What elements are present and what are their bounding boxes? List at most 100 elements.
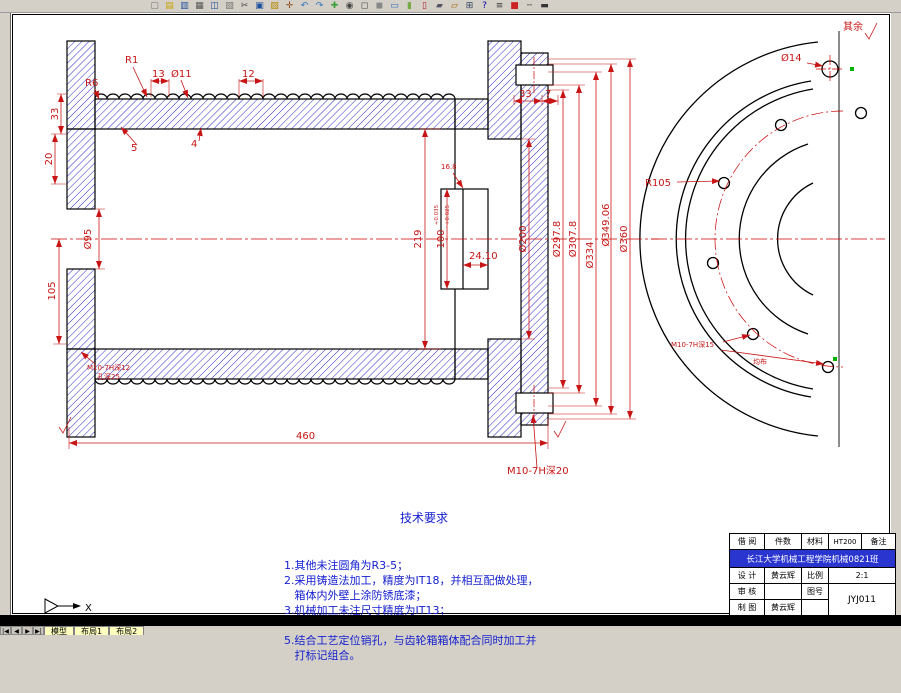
callout-m10-12b: 孔深25	[97, 372, 120, 381]
command-window[interactable]	[0, 615, 901, 626]
dim-r1: R1	[125, 55, 138, 66]
new-icon[interactable]: ▢	[148, 1, 161, 12]
tab-scroll-prev-button[interactable]: ◀	[11, 626, 22, 635]
title-block-design-label: 设 计	[729, 567, 765, 584]
tab-layout1[interactable]: 布局1	[74, 626, 110, 636]
title-block-material: HT200	[828, 533, 862, 550]
title-block-school: 长江大学机械工程学院机械0821班	[729, 549, 896, 568]
dim-d95: Ø95	[82, 229, 94, 250]
linetype-control-icon[interactable]: ╌	[523, 1, 536, 12]
properties-icon[interactable]: ▭	[388, 1, 401, 12]
dim-20: 20	[44, 153, 55, 166]
dim-219: 219	[413, 229, 424, 248]
dim-33-left: 33	[50, 108, 61, 121]
tech-requirement-line: 5.结合工艺定位销孔，与齿轮箱箱体配合同时加工并	[284, 634, 537, 647]
title-block-drawing-no: JYJ011	[828, 583, 896, 616]
markup-set-manager-icon[interactable]: ▱	[448, 1, 461, 12]
undo-icon[interactable]: ↶	[298, 1, 311, 12]
layers-icon[interactable]: ≡	[493, 1, 506, 12]
dim-33-top: 33	[519, 89, 532, 100]
title-block-qty-label: 件数	[764, 533, 802, 550]
dim-100-tol-upper: +0.035	[434, 204, 440, 225]
match-properties-icon[interactable]: ✛	[283, 1, 296, 12]
dim-4: 4	[191, 139, 197, 150]
dim-100: 100	[436, 229, 447, 248]
callout-m10-15b: 均布	[753, 357, 767, 366]
zoom-previous-icon[interactable]: ◼	[373, 1, 386, 12]
title-block-draft-label: 制 图	[729, 599, 765, 616]
dim-13: 13	[152, 69, 165, 80]
paste-icon[interactable]: ▨	[268, 1, 281, 12]
dim-460: 460	[296, 431, 315, 442]
tech-requirement-line: 箱体内外壁上涂防锈底漆；	[284, 589, 427, 602]
tab-scroll-first-button[interactable]: |◀	[0, 626, 11, 635]
plot-icon[interactable]: ▦	[193, 1, 206, 12]
callout-m10-12: M10-7H深12	[87, 363, 130, 372]
publish-icon[interactable]: ▧	[223, 1, 236, 12]
toolbar: ▢ ▤ ▥ ▦ ◫ ▧ ✂ ▣ ▨ ✛ ↶ ↷ ✚ ◉ ◻ ◼ ▭ ▮ ▯ ▰ ▱ ⊞? ≡ ■ ╌ ▬	[0, 0, 901, 13]
dim-r105: R105	[645, 178, 671, 189]
dim-r6: R6	[85, 78, 98, 89]
layout-tab-bar: |◀ ◀ ▶ ▶| 模型 布局1 布局2	[0, 626, 901, 636]
designcenter-icon[interactable]: ▮	[403, 1, 416, 12]
title-block-check-label: 审 核	[729, 583, 765, 600]
zoom-realtime-icon[interactable]: ◉	[343, 1, 356, 12]
title-block-material-label: 材料	[801, 533, 829, 550]
title-block-scale-label: 比例	[801, 567, 829, 584]
pan-icon[interactable]: ✚	[328, 1, 341, 12]
help-icon[interactable]: ?	[478, 1, 491, 12]
tech-requirement-line: 1.其他未注圆角为R3-5；	[284, 559, 409, 572]
tech-requirement-line: 2.采用铸造法加工，精度为IT18，并相互配做处理，	[284, 574, 539, 587]
title-block: 借 阅 件数 材料 HT200 备注 长江大学机械工程学院机械0821班 设 计…	[729, 533, 896, 616]
tab-layout2[interactable]: 布局2	[109, 626, 145, 636]
zoom-window-icon[interactable]: ◻	[358, 1, 371, 12]
callout-m10-20: M10-7H深20	[507, 465, 569, 477]
title-block-drafter: 黄云辉	[764, 599, 802, 616]
dim-d14: Ø14	[781, 52, 802, 64]
title-block-empty-cell	[801, 599, 829, 616]
tech-requirements-title: 技术要求	[399, 511, 448, 525]
dim-5: 5	[131, 143, 137, 154]
color-control-icon[interactable]: ■	[508, 1, 521, 12]
title-block-designer: 黄云辉	[764, 567, 802, 584]
drawing-canvas[interactable]: R1 R6 13 Ø11 12 5 4 33 7 33 20 Ø95 105 2…	[10, 13, 896, 662]
cut-icon[interactable]: ✂	[238, 1, 251, 12]
dim-168: 16.8	[441, 163, 457, 171]
dim-7: 7	[545, 89, 551, 100]
tab-scroll-next-button[interactable]: ▶	[22, 626, 33, 635]
dim-d297: Ø297.8	[551, 221, 563, 258]
dim-105: 105	[47, 281, 58, 300]
surface-note: 其余	[843, 20, 863, 33]
plot-preview-icon[interactable]: ◫	[208, 1, 221, 12]
tech-requirements: 技术要求 1.其他未注圆角为R3-5； 2.采用铸造法加工，精度为IT18，并相互…	[284, 481, 584, 693]
title-block-check-value	[764, 583, 802, 600]
redo-icon[interactable]: ↷	[313, 1, 326, 12]
dim-100-tol-lower: +0.025	[445, 204, 451, 225]
ucs-icon: X	[44, 598, 92, 614]
dim-d200: Ø200	[517, 226, 529, 253]
ucs-x-label: X	[85, 603, 92, 614]
tab-model[interactable]: 模型	[44, 626, 74, 636]
title-block-remark-label: 备注	[861, 533, 896, 550]
tool-palettes-icon[interactable]: ▯	[418, 1, 431, 12]
cad-window: { "window": { "toolbar_icons": [ {"name"…	[0, 0, 901, 662]
callout-m10-15: M10-7H深15	[671, 340, 714, 349]
dim-d334: Ø334	[584, 242, 596, 269]
tab-scroll-last-button[interactable]: ▶|	[33, 626, 44, 635]
sheet-set-manager-icon[interactable]: ▰	[433, 1, 446, 12]
open-icon[interactable]: ▤	[163, 1, 176, 12]
tech-requirement-line: 打标记组合。	[284, 649, 361, 662]
dim-d11: Ø11	[171, 68, 192, 80]
toolbar-icons: ▢ ▤ ▥ ▦ ◫ ▧ ✂ ▣ ▨ ✛ ↶ ↷ ✚ ◉ ◻ ◼ ▭ ▮ ▯ ▰ ▱ ⊞? ≡ ■ ╌ ▬	[148, 1, 551, 12]
tech-requirements-lines: 1.其他未注圆角为R3-5； 2.采用铸造法加工，精度为IT18，并相互配做处理，…	[284, 558, 584, 663]
quickcalc-icon[interactable]: ⊞	[463, 1, 476, 12]
lineweight-control-icon[interactable]: ▬	[538, 1, 551, 12]
copy-icon[interactable]: ▣	[253, 1, 266, 12]
dim-d349: Ø349.06	[600, 204, 612, 247]
title-block-scale: 2:1	[828, 567, 896, 584]
dim-d307: Ø307.8	[567, 221, 579, 258]
title-block-borrow: 借 阅	[729, 533, 765, 550]
dim-12: 12	[242, 69, 255, 80]
save-icon[interactable]: ▥	[178, 1, 191, 12]
dim-2410: 24.10	[469, 251, 498, 262]
